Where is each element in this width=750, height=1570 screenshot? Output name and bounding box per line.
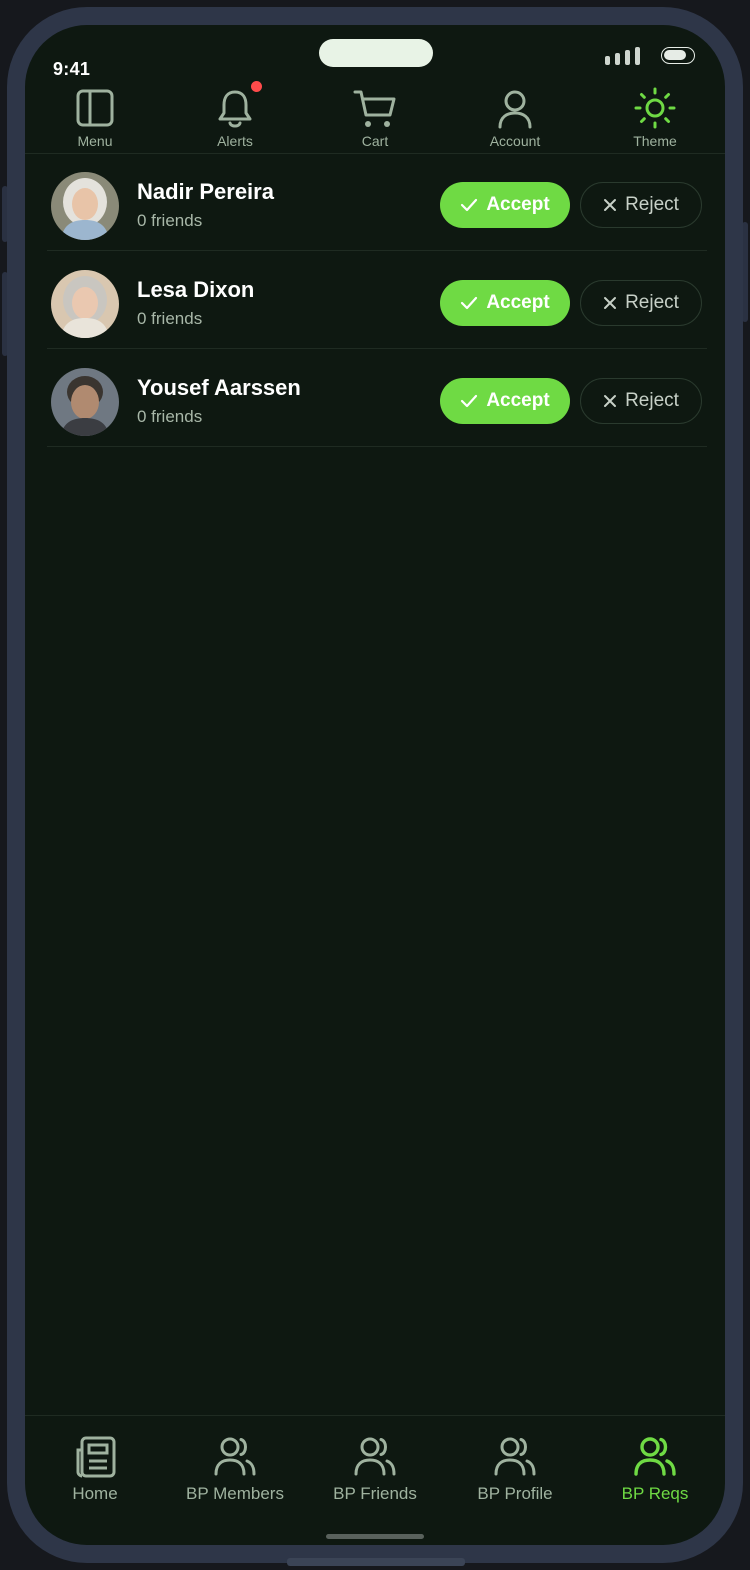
tab-label: BP Friends xyxy=(333,1484,417,1503)
top-nav-label: Alerts xyxy=(217,133,253,149)
top-nav-cart[interactable]: Cart xyxy=(325,87,425,153)
friend-count: 0 friends xyxy=(137,407,203,426)
list-item: Lesa Dixon 0 friends Accept Reject xyxy=(47,251,707,349)
tab-bp-profile[interactable]: BP Profile xyxy=(445,1434,585,1504)
reject-button[interactable]: Reject xyxy=(580,182,702,228)
phone-frame: 9:41 Menu Alerts Cart Account Theme Nadi… xyxy=(7,7,743,1563)
tab-bp-members[interactable]: BP Members xyxy=(165,1434,305,1504)
top-nav-label: Cart xyxy=(361,133,389,149)
reject-button[interactable]: Reject xyxy=(580,378,702,424)
check-icon xyxy=(461,198,478,212)
close-icon xyxy=(604,395,617,407)
tab-label: BP Members xyxy=(186,1484,284,1503)
dynamic-island xyxy=(319,39,433,67)
accept-label: Accept xyxy=(486,292,550,313)
top-nav-theme[interactable]: Theme xyxy=(605,87,705,153)
sidebar-panel-icon xyxy=(76,89,114,127)
accept-label: Accept xyxy=(486,390,550,411)
accept-button[interactable]: Accept xyxy=(440,182,570,228)
top-nav-alerts[interactable]: Alerts xyxy=(185,79,285,153)
request-name: Nadir Pereira xyxy=(137,179,274,204)
avatar xyxy=(51,172,119,240)
tab-bp-reqs[interactable]: BP Reqs xyxy=(585,1434,725,1504)
cart-icon xyxy=(353,90,396,127)
user-icon xyxy=(498,90,532,129)
avatar xyxy=(51,270,119,338)
tab-label: BP Reqs xyxy=(621,1484,689,1503)
screen: 9:41 Menu Alerts Cart Account Theme Nadi… xyxy=(25,25,725,1545)
list-item: Nadir Pereira 0 friends Accept Reject xyxy=(47,153,707,251)
reject-label: Reject xyxy=(625,292,679,313)
top-nav-account[interactable]: Account xyxy=(465,87,565,153)
top-nav-label: Account xyxy=(489,133,541,149)
users-icon xyxy=(634,1437,676,1476)
friend-count: 0 friends xyxy=(137,211,203,230)
reject-label: Reject xyxy=(625,194,679,215)
friend-request-list: Nadir Pereira 0 friends Accept Reject Le… xyxy=(47,153,707,447)
users-icon xyxy=(494,1437,536,1476)
reject-label: Reject xyxy=(625,390,679,411)
users-icon xyxy=(354,1437,396,1476)
newspaper-icon xyxy=(76,1436,116,1478)
avatar xyxy=(51,368,119,436)
alert-badge xyxy=(249,79,264,94)
accept-button[interactable]: Accept xyxy=(440,280,570,326)
reject-button[interactable]: Reject xyxy=(580,280,702,326)
tab-label: BP Profile xyxy=(477,1484,553,1503)
home-indicator[interactable] xyxy=(326,1534,424,1539)
top-nav-label: Theme xyxy=(633,133,677,149)
users-icon xyxy=(214,1437,256,1476)
tab-bp-friends[interactable]: BP Friends xyxy=(305,1434,445,1504)
close-icon xyxy=(604,297,617,309)
bottom-tab-bar: Home BP Members BP Friends BP Profile BP… xyxy=(25,1415,725,1545)
status-bar: 9:41 xyxy=(25,25,725,85)
status-time: 9:41 xyxy=(53,59,91,79)
accept-button[interactable]: Accept xyxy=(440,378,570,424)
request-name: Yousef Aarssen xyxy=(137,375,301,400)
bell-icon xyxy=(218,90,252,128)
list-item: Yousef Aarssen 0 friends Accept Reject xyxy=(47,349,707,447)
request-name: Lesa Dixon xyxy=(137,277,255,302)
tab-label: Home xyxy=(72,1484,118,1503)
friend-count: 0 friends xyxy=(137,309,203,328)
check-icon xyxy=(461,296,478,310)
signal-icon xyxy=(605,47,655,65)
battery-icon xyxy=(661,47,695,64)
close-icon xyxy=(604,199,617,211)
top-nav-label: Menu xyxy=(77,133,113,149)
top-nav: Menu Alerts Cart Account Theme xyxy=(25,79,725,154)
top-nav-menu[interactable]: Menu xyxy=(45,87,145,153)
sun-icon xyxy=(634,87,676,129)
check-icon xyxy=(461,394,478,408)
frame-bottom-notch xyxy=(287,1558,465,1566)
tab-home[interactable]: Home xyxy=(25,1434,165,1504)
accept-label: Accept xyxy=(486,194,550,215)
